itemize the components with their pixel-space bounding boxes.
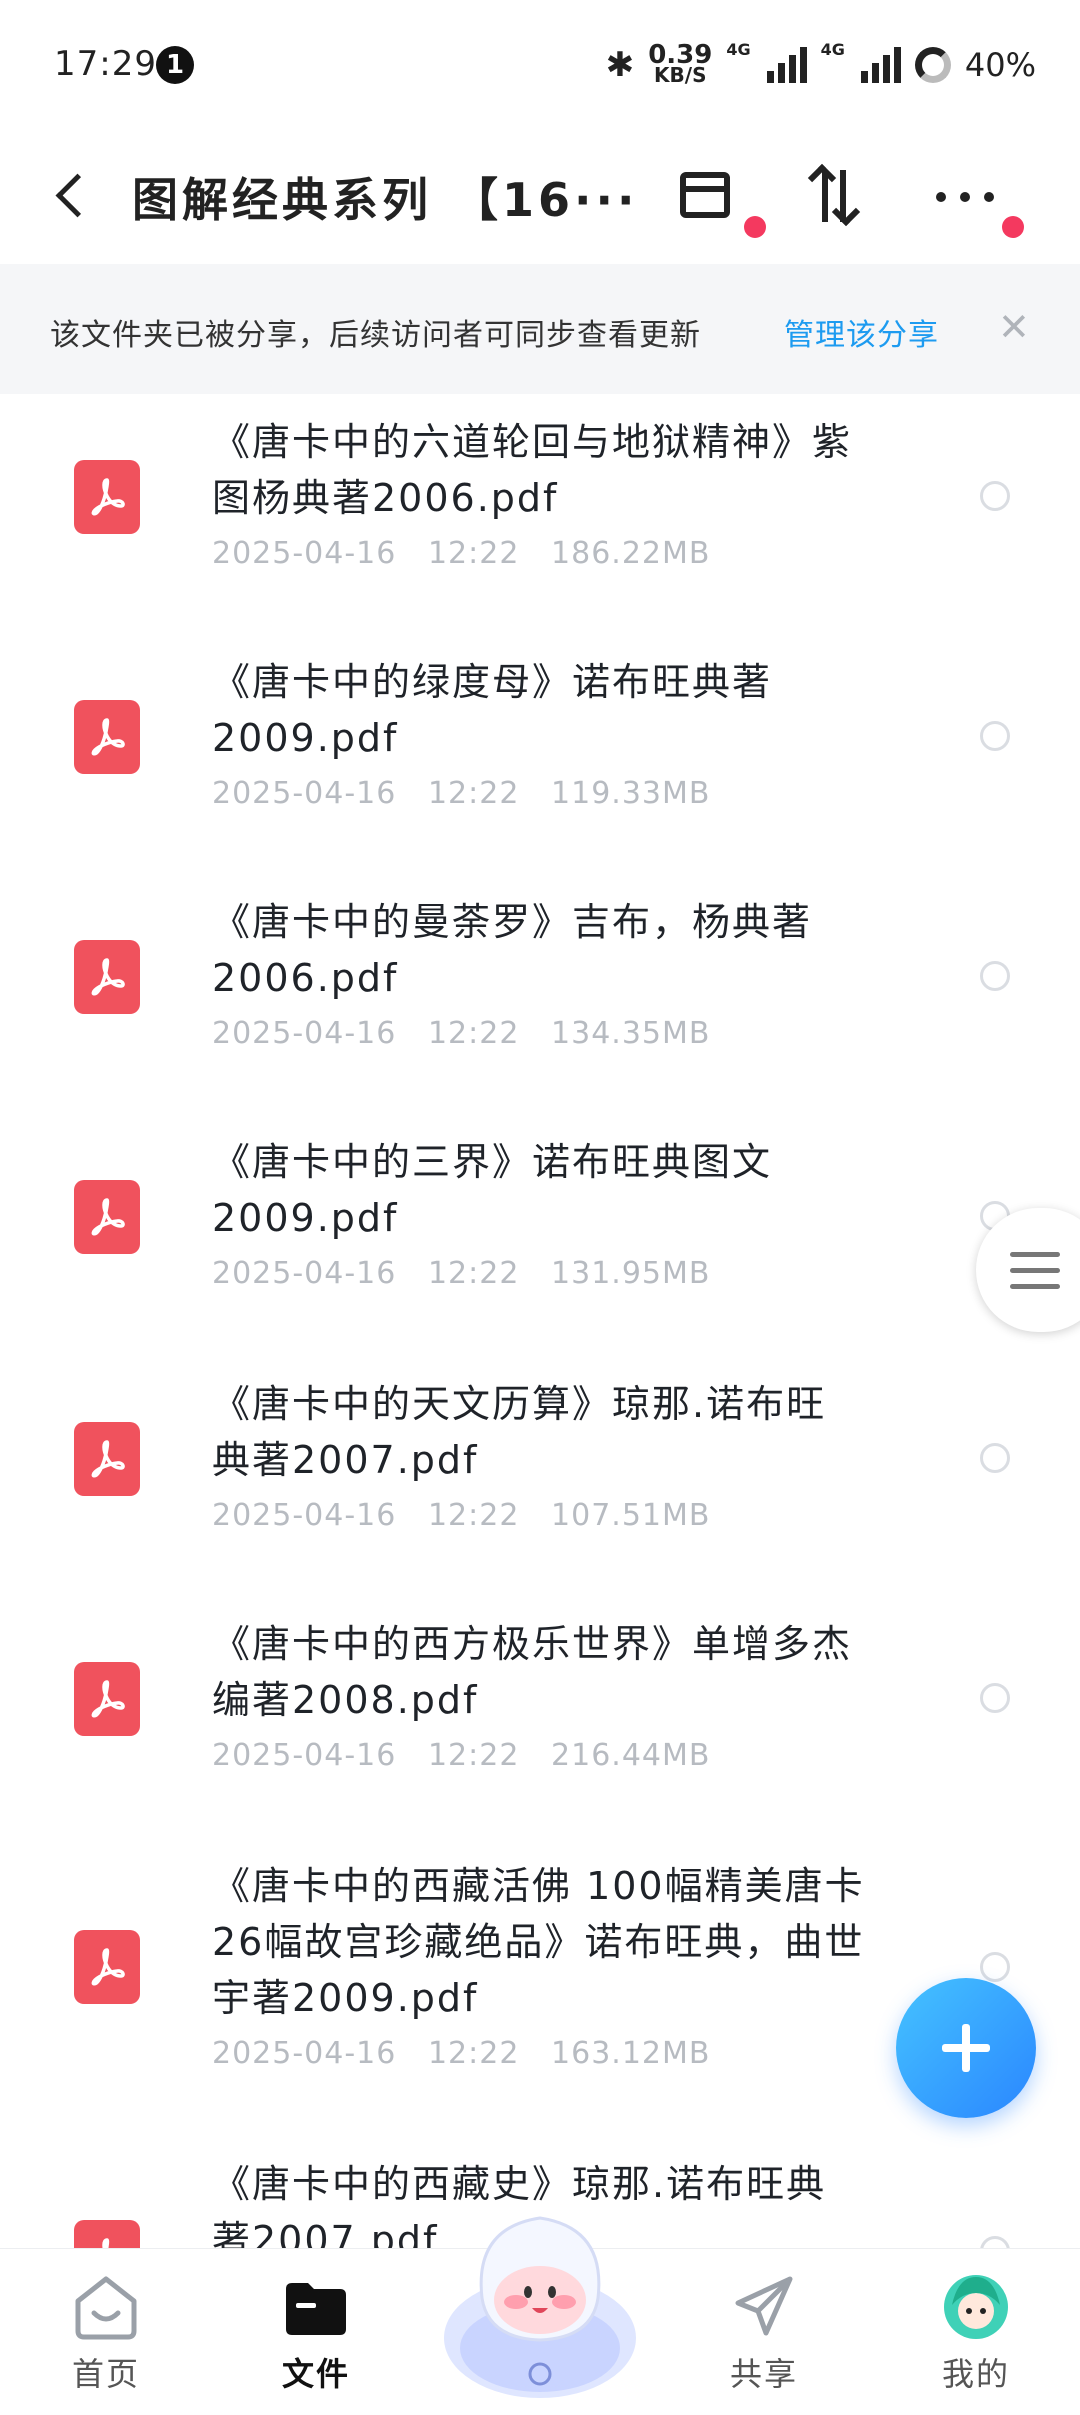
back-icon[interactable]: [52, 170, 92, 220]
file-meta: 2025-04-16 12:22 186.22MB: [212, 536, 711, 571]
page-title: 图解经典系列 【16···: [132, 173, 639, 227]
select-radio[interactable]: [980, 1443, 1010, 1473]
file-meta: 2025-04-16 12:22 131.95MB: [212, 1256, 711, 1291]
select-radio[interactable]: [980, 1683, 1010, 1713]
home-icon: [75, 2276, 137, 2340]
select-radio[interactable]: [980, 961, 1010, 991]
battery-level: 40%: [964, 46, 1036, 84]
file-name: 《唐卡中的绿度母》诺布旺典著 2009.pdf: [212, 660, 773, 760]
pdf-file-icon: [74, 1662, 140, 1736]
network-type-1: 4G: [726, 40, 751, 59]
pdf-file-icon: [74, 2220, 140, 2248]
avatar-icon: [944, 2275, 1008, 2339]
header: 图解经典系列 【16···: [0, 130, 1080, 260]
network-type-2: 4G: [820, 40, 845, 59]
send-icon: [735, 2276, 793, 2336]
file-name: 《唐卡中的六道轮回与地狱精神》紫 图杨典著2006.pdf: [212, 420, 853, 520]
add-fab-button[interactable]: [896, 1978, 1036, 2118]
pdf-file-icon: [74, 1930, 140, 2004]
tab-home[interactable]: 首页: [26, 2249, 186, 2415]
archive-icon[interactable]: [672, 160, 742, 230]
select-radio[interactable]: [980, 721, 1010, 751]
signal-icon-2: [860, 47, 901, 83]
mascot-assistant-icon[interactable]: [432, 2188, 648, 2404]
notification-badge: 1: [156, 46, 194, 84]
folder-icon: [286, 2283, 346, 2335]
more-badge: [1002, 216, 1024, 238]
status-time: 17:29: [54, 44, 157, 84]
select-radio[interactable]: [980, 481, 1010, 511]
file-meta: 2025-04-16 12:22 216.44MB: [212, 1738, 711, 1773]
status-icons: ✱ 0.39 KB/S 4G 4G 40%: [606, 40, 1036, 90]
archive-badge: [744, 216, 766, 238]
tab-share-label: 共享: [729, 2355, 798, 2393]
select-radio[interactable]: [980, 2236, 1010, 2248]
signal-icon: [766, 47, 807, 83]
share-banner: 该文件夹已被分享，后续访问者可同步查看更新 管理该分享 ✕: [0, 264, 1080, 394]
list-item[interactable]: 《唐卡中的六道轮回与地狱精神》紫 图杨典著2006.pdf 2025-04-16…: [0, 394, 1080, 634]
pdf-file-icon: [74, 1422, 140, 1496]
close-banner-icon[interactable]: ✕: [998, 308, 1030, 346]
status-bar: 17:29 1 ✱ 0.39 KB/S 4G 4G 40%: [0, 0, 1080, 130]
manage-share-link[interactable]: 管理该分享: [784, 310, 939, 354]
file-meta: 2025-04-16 12:22 119.33MB: [212, 776, 711, 811]
file-name: 《唐卡中的三界》诺布旺典图文 2009.pdf: [212, 1140, 773, 1240]
net-speed: 0.39 KB/S: [648, 40, 713, 87]
list-item[interactable]: 《唐卡中的曼荼罗》吉布，杨典著 2006.pdf 2025-04-16 12:2…: [0, 874, 1080, 1114]
tab-mine-label: 我的: [941, 2355, 1010, 2393]
pdf-file-icon: [74, 1180, 140, 1254]
list-item[interactable]: 《唐卡中的西方极乐世界》单增多杰 编著2008.pdf 2025-04-16 1…: [0, 1596, 1080, 1836]
list-item[interactable]: 《唐卡中的三界》诺布旺典图文 2009.pdf 2025-04-16 12:22…: [0, 1114, 1080, 1354]
file-name: 《唐卡中的西方极乐世界》单增多杰 编著2008.pdf: [212, 1622, 853, 1722]
more-icon[interactable]: [930, 160, 1000, 230]
list-item[interactable]: 《唐卡中的绿度母》诺布旺典著 2009.pdf 2025-04-16 12:22…: [0, 634, 1080, 874]
share-banner-message: 该文件夹已被分享，后续访问者可同步查看更新: [50, 318, 701, 353]
tab-home-label: 首页: [71, 2355, 140, 2393]
tab-files[interactable]: 文件: [236, 2249, 396, 2415]
file-name: 《唐卡中的天文历算》琼那.诺布旺 典著2007.pdf: [212, 1382, 827, 1482]
tab-files-label: 文件: [281, 2355, 350, 2393]
file-meta: 2025-04-16 12:22 134.35MB: [212, 1016, 711, 1051]
battery-icon: [914, 47, 951, 83]
file-meta: 2025-04-16 12:22 163.12MB: [212, 2036, 711, 2071]
file-meta: 2025-04-16 12:22 107.51MB: [212, 1498, 711, 1533]
tab-share[interactable]: 共享: [684, 2249, 844, 2415]
tab-mine[interactable]: 我的: [896, 2249, 1056, 2415]
file-name: 《唐卡中的曼荼罗》吉布，杨典著 2006.pdf: [212, 900, 813, 1000]
file-name: 《唐卡中的西藏活佛 100幅精美唐卡 26幅故宫珍藏绝品》诺布旺典，曲世 宇著2…: [212, 1864, 865, 2020]
pdf-file-icon: [74, 460, 140, 534]
list-item[interactable]: 《唐卡中的天文历算》琼那.诺布旺 典著2007.pdf 2025-04-16 1…: [0, 1356, 1080, 1596]
sort-icon[interactable]: [800, 160, 870, 230]
pdf-file-icon: [74, 700, 140, 774]
file-list: 《唐卡中的六道轮回与地狱精神》紫 图杨典著2006.pdf 2025-04-16…: [0, 394, 1080, 2248]
pdf-file-icon: [74, 940, 140, 1014]
select-radio[interactable]: [980, 1952, 1010, 1982]
bluetooth-icon: ✱: [605, 45, 635, 85]
